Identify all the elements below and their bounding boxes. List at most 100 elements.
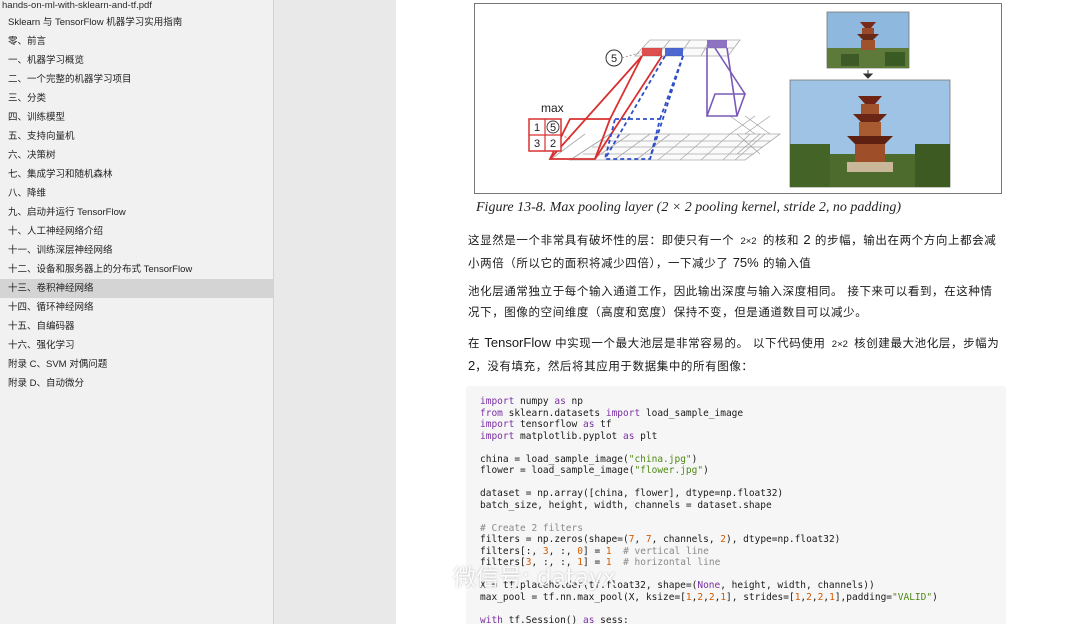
toc-item[interactable]: 三、分类	[0, 89, 273, 108]
code-token: )	[932, 591, 938, 603]
toc-item[interactable]: 九、启动并运行 TensorFlow	[0, 203, 273, 222]
code-line: import tensorflow as tf	[480, 419, 1006, 431]
toc-item[interactable]: 一、机器学习概览	[0, 51, 273, 70]
paragraph-text: ，没有填充，然后将其应用于数据集中的所有图像：	[475, 359, 754, 373]
code-token: np	[565, 396, 583, 407]
toc-item[interactable]: 七、集成学习和随机森林	[0, 165, 273, 184]
image-arrow	[862, 70, 874, 79]
code-token: , height, width, channels))	[720, 580, 875, 591]
toc-item[interactable]: 八、降维	[0, 184, 273, 203]
code-token: batch_size, height, width, channels = da…	[480, 499, 772, 511]
paragraph-tensorflow-maxpool: 在 TensorFlow 中实现一个最大池层是非常容易的。 以下代码使用 2×2…	[468, 332, 1004, 377]
paragraph-text: 的核和	[758, 233, 804, 247]
code-token: ), dtype=np.float32)	[726, 534, 841, 545]
code-token: # Create 2 filters	[480, 522, 583, 534]
output-cell-purple	[707, 40, 727, 48]
code-token: , :,	[548, 545, 578, 557]
grid-value-2: 5	[550, 122, 556, 134]
code-token: import	[605, 407, 641, 419]
max-pooling-diagram: 5 max 1 5 3 2	[528, 11, 951, 188]
code-token: from	[480, 407, 503, 419]
toc-item[interactable]: 四、训练模型	[0, 108, 273, 127]
code-token: numpy	[514, 396, 555, 407]
code-token: as	[554, 396, 566, 407]
output-image-photo	[826, 11, 910, 69]
code-token: flower = load_sample_image(	[480, 465, 635, 476]
inline-code: 2×2	[831, 339, 848, 350]
pdf-page[interactable]: 5 max 1 5 3 2 Figure 13-8. Max pooling l…	[396, 0, 1080, 624]
code-line: with tf.Session() as sess:	[480, 615, 1006, 624]
code-token: filters[:,	[480, 545, 543, 557]
grid-value-3: 3	[534, 138, 540, 150]
code-line: batch_size, height, width, channels = da…	[480, 500, 1006, 512]
code-token: sess:	[594, 614, 629, 624]
code-line: filters = np.zeros(shape=(7, 7, channels…	[480, 534, 1006, 546]
toc-item[interactable]: 十一、训练深层神经网络	[0, 241, 273, 260]
pdf-file-title: hands-on-ml-with-sklearn-and-tf.pdf	[2, 0, 152, 11]
page-margin	[274, 0, 396, 624]
code-token: )	[703, 465, 709, 476]
code-token: import	[480, 396, 515, 407]
code-token: "china.jpg"	[628, 453, 692, 465]
toc-item[interactable]: 六、决策树	[0, 146, 273, 165]
paragraph-text: 在	[468, 336, 485, 350]
inline-term: TensorFlow	[484, 335, 551, 350]
toc-item[interactable]: Sklearn 与 TensorFlow 机器学习实用指南	[0, 13, 273, 32]
toc-item[interactable]: 附录 D、自动微分	[0, 374, 273, 393]
toc-item[interactable]: 附录 C、SVM 对偶问题	[0, 355, 273, 374]
toc-item[interactable]: 十三、卷积神经网络	[0, 279, 273, 298]
code-token: tf.Session()	[502, 614, 583, 624]
paragraph-pooling-effect: 这显然是一个非常具有破坏性的层：即使只有一个 2×2 的核和 2 的步幅，输出在…	[468, 229, 1004, 274]
code-token: plt	[634, 430, 658, 442]
code-token: dataset = np.array([china, flower], dtyp…	[480, 488, 784, 499]
toc-item[interactable]: 十四、循环神经网络	[0, 298, 273, 317]
toc-item[interactable]: 十、人工神经网络介绍	[0, 222, 273, 241]
toc-item[interactable]: 十六、强化学习	[0, 336, 273, 355]
code-token: as	[623, 430, 635, 442]
input-image-photo	[789, 79, 951, 188]
code-line: from sklearn.datasets import load_sample…	[480, 408, 1006, 420]
code-token: china = load_sample_image(	[480, 453, 629, 465]
code-line: max_pool = tf.nn.max_pool(X, ksize=[1,2,…	[480, 592, 1006, 604]
code-token: as	[582, 614, 595, 624]
code-token: ,	[634, 534, 646, 545]
max-label: max	[541, 101, 564, 115]
code-line: flower = load_sample_image("flower.jpg")	[480, 465, 1006, 477]
code-token: "VALID"	[892, 591, 933, 603]
output-cell-blue	[665, 48, 683, 56]
wechat-icon	[417, 563, 447, 586]
wechat-watermark: 微信号: datayx	[417, 560, 617, 591]
code-token: load_sample_image	[640, 407, 744, 419]
figure-caption: Figure 13-8. Max pooling layer (2 × 2 po…	[476, 200, 901, 215]
code-token: import	[480, 430, 515, 442]
watermark-text: 微信号: datayx	[453, 565, 617, 591]
code-token: tf	[594, 419, 612, 430]
code-line: import matplotlib.pyplot as plt	[480, 431, 1006, 443]
code-token: matplotlib.pyplot	[514, 430, 623, 442]
paragraph-text: 的输入值	[758, 256, 812, 270]
code-token: )	[691, 453, 698, 465]
toc-item[interactable]: 五、支持向量机	[0, 127, 273, 146]
pooling-example-grid: 1 5 3 2	[528, 118, 571, 152]
toc-item[interactable]: 零、前言	[0, 32, 273, 51]
toc-item[interactable]: 二、一个完整的机器学习项目	[0, 70, 273, 89]
code-line: # Create 2 filters	[480, 523, 1006, 535]
code-token: tensorflow	[514, 419, 583, 430]
code-token: , channels,	[651, 534, 721, 545]
inline-number: 75%	[732, 255, 759, 270]
purple-pooling-window	[705, 47, 747, 117]
paragraph-text: 核创建最大池化层，步幅为	[849, 336, 1000, 350]
inline-code: 2×2	[740, 236, 757, 247]
grid-value-4: 2	[550, 138, 556, 150]
code-token: # vertical line	[623, 545, 709, 557]
code-token: # horizontal line	[623, 557, 721, 568]
paragraph-text: 这显然是一个非常具有破坏性的层：即使只有一个	[468, 233, 739, 247]
code-token: max_pool = tf.nn.max_pool(X, ksize=[	[480, 591, 686, 603]
toc-item[interactable]: 十二、设备和服务器上的分布式 TensorFlow	[0, 260, 273, 279]
toc-item[interactable]: 十五、自编码器	[0, 317, 273, 336]
code-token: "flower.jpg"	[634, 465, 704, 476]
